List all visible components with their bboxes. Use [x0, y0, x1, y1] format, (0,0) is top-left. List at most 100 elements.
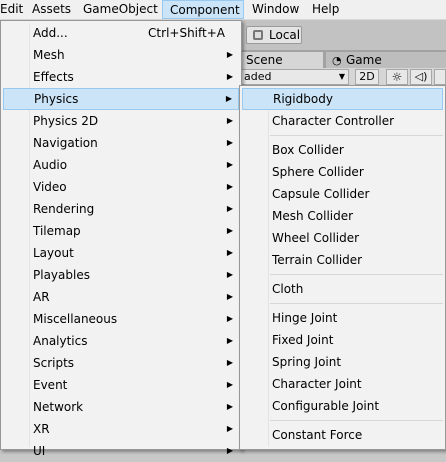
- chevron-down-icon: ▼: [338, 72, 345, 81]
- menu-item-scripts[interactable]: Scripts ▶: [3, 352, 239, 374]
- local-label: Local: [269, 28, 301, 42]
- submenu-arrow-icon: ▶: [226, 182, 233, 191]
- submenu-item-label: Capsule Collider: [272, 187, 370, 201]
- tab-scene[interactable]: Scene: [241, 52, 323, 68]
- menu-item-label: Event: [33, 378, 68, 392]
- menu-edit[interactable]: Edit: [0, 0, 23, 19]
- menu-item-layout[interactable]: Layout ▶: [3, 242, 239, 264]
- menu-separator: [270, 135, 443, 136]
- menu-item-mesh[interactable]: Mesh ▶: [3, 44, 239, 66]
- menu-item-physics-2d[interactable]: Physics 2D ▶: [3, 110, 239, 132]
- menu-item-physics[interactable]: Physics ▶: [3, 88, 239, 110]
- submenu-arrow-icon: ▶: [226, 204, 233, 213]
- menu-separator: [270, 274, 443, 275]
- menu-item-ui[interactable]: UI ▶: [3, 440, 239, 462]
- submenu-item-cloth[interactable]: Cloth: [242, 278, 443, 300]
- menu-separator: [270, 420, 443, 421]
- tab-game[interactable]: ◔ Game: [326, 52, 446, 68]
- menu-assets[interactable]: Assets: [32, 0, 71, 19]
- menu-item-label: Rendering: [33, 202, 95, 216]
- submenu-item-label: Constant Force: [272, 428, 363, 442]
- submenu-item-label: Character Controller: [272, 114, 395, 128]
- menu-item-tilemap[interactable]: Tilemap ▶: [3, 220, 239, 242]
- submenu-item-spring-joint[interactable]: Spring Joint: [242, 351, 443, 373]
- menu-item-label: Tilemap: [33, 224, 81, 238]
- tab-scene-label: Scene: [246, 53, 283, 67]
- menu-item-label: Layout: [33, 246, 74, 260]
- local-button[interactable]: Local: [246, 26, 302, 44]
- submenu-arrow-icon: ▶: [225, 94, 232, 103]
- menu-item-label: Audio: [33, 158, 68, 172]
- menu-item-label: Analytics: [33, 334, 88, 348]
- menu-item-video[interactable]: Video ▶: [3, 176, 239, 198]
- shading-mode-value: aded: [244, 70, 272, 83]
- menu-item-label: Add...: [33, 26, 68, 40]
- menu-item-playables[interactable]: Playables ▶: [3, 264, 239, 286]
- submenu-item-label: Sphere Collider: [272, 165, 364, 179]
- menu-item-label: Network: [33, 400, 84, 414]
- submenu-item-rigidbody[interactable]: Rigidbody: [242, 88, 443, 110]
- menu-help[interactable]: Help: [312, 0, 339, 19]
- menu-item-label: Scripts: [33, 356, 75, 370]
- submenu-arrow-icon: ▶: [226, 358, 233, 367]
- menu-item-analytics[interactable]: Analytics ▶: [3, 330, 239, 352]
- submenu-arrow-icon: ▶: [226, 226, 233, 235]
- menu-item-label: XR: [33, 422, 50, 436]
- shading-mode-dropdown[interactable]: aded ▼: [241, 69, 349, 85]
- submenu-item-capsule-collider[interactable]: Capsule Collider: [242, 183, 443, 205]
- submenu-item-terrain-collider[interactable]: Terrain Collider: [242, 249, 443, 271]
- submenu-item-wheel-collider[interactable]: Wheel Collider: [242, 227, 443, 249]
- menu-item-audio[interactable]: Audio ▶: [3, 154, 239, 176]
- submenu-arrow-icon: ▶: [226, 446, 233, 455]
- submenu-item-label: Terrain Collider: [272, 253, 363, 267]
- submenu-arrow-icon: ▶: [226, 336, 233, 345]
- menu-bar: Edit Assets GameObject Component Window …: [0, 0, 446, 20]
- toggle-2d-button[interactable]: 2D: [355, 69, 379, 85]
- menu-component[interactable]: Component: [162, 0, 244, 19]
- menu-item-network[interactable]: Network ▶: [3, 396, 239, 418]
- submenu-item-label: Fixed Joint: [272, 333, 334, 347]
- submenu-arrow-icon: ▶: [226, 270, 233, 279]
- menu-item-effects[interactable]: Effects ▶: [3, 66, 239, 88]
- lighting-toggle-icon[interactable]: ☼: [386, 69, 408, 85]
- submenu-item-label: Cloth: [272, 282, 304, 296]
- submenu-item-label: Spring Joint: [272, 355, 342, 369]
- effects-toggle-button[interactable]: [434, 69, 446, 85]
- submenu-item-character-controller[interactable]: Character Controller: [242, 110, 443, 132]
- submenu-arrow-icon: ▶: [226, 116, 233, 125]
- submenu-item-label: Hinge Joint: [272, 311, 338, 325]
- submenu-arrow-icon: ▶: [226, 314, 233, 323]
- menu-item-navigation[interactable]: Navigation ▶: [3, 132, 239, 154]
- submenu-item-label: Character Joint: [272, 377, 362, 391]
- submenu-item-fixed-joint[interactable]: Fixed Joint: [242, 329, 443, 351]
- menu-item-label: UI: [33, 444, 46, 458]
- component-menu: Add... Ctrl+Shift+A Mesh ▶ Effects ▶ Physics ▶ P…: [0, 20, 242, 458]
- menu-item-rendering[interactable]: Rendering ▶: [3, 198, 239, 220]
- menu-item-xr[interactable]: XR ▶: [3, 418, 239, 440]
- tab-game-label: Game: [346, 53, 382, 67]
- submenu-item-mesh-collider[interactable]: Mesh Collider: [242, 205, 443, 227]
- menu-item-miscellaneous[interactable]: Miscellaneous ▶: [3, 308, 239, 330]
- submenu-item-configurable-joint[interactable]: Configurable Joint: [242, 395, 443, 417]
- submenu-item-label: Box Collider: [272, 143, 344, 157]
- menu-item-label: Miscellaneous: [33, 312, 118, 326]
- menu-item-ar[interactable]: AR ▶: [3, 286, 239, 308]
- submenu-item-character-joint[interactable]: Character Joint: [242, 373, 443, 395]
- menu-item-add[interactable]: Add... Ctrl+Shift+A: [3, 22, 239, 44]
- submenu-item-sphere-collider[interactable]: Sphere Collider: [242, 161, 443, 183]
- menu-item-event[interactable]: Event ▶: [3, 374, 239, 396]
- submenu-arrow-icon: ▶: [226, 138, 233, 147]
- submenu-arrow-icon: ▶: [226, 160, 233, 169]
- menu-item-label: Navigation: [33, 136, 98, 150]
- menu-item-shortcut: Ctrl+Shift+A: [148, 26, 225, 40]
- submenu-item-constant-force[interactable]: Constant Force: [242, 424, 443, 446]
- menu-window[interactable]: Window: [252, 0, 299, 19]
- submenu-arrow-icon: ▶: [226, 424, 233, 433]
- audio-toggle-icon[interactable]: ◁): [410, 69, 432, 85]
- menu-item-label: Effects: [33, 70, 74, 84]
- cube-icon: [253, 30, 263, 40]
- submenu-item-box-collider[interactable]: Box Collider: [242, 139, 443, 161]
- menu-gameobject[interactable]: GameObject: [83, 0, 158, 19]
- submenu-item-label: Configurable Joint: [272, 399, 380, 413]
- submenu-item-hinge-joint[interactable]: Hinge Joint: [242, 307, 443, 329]
